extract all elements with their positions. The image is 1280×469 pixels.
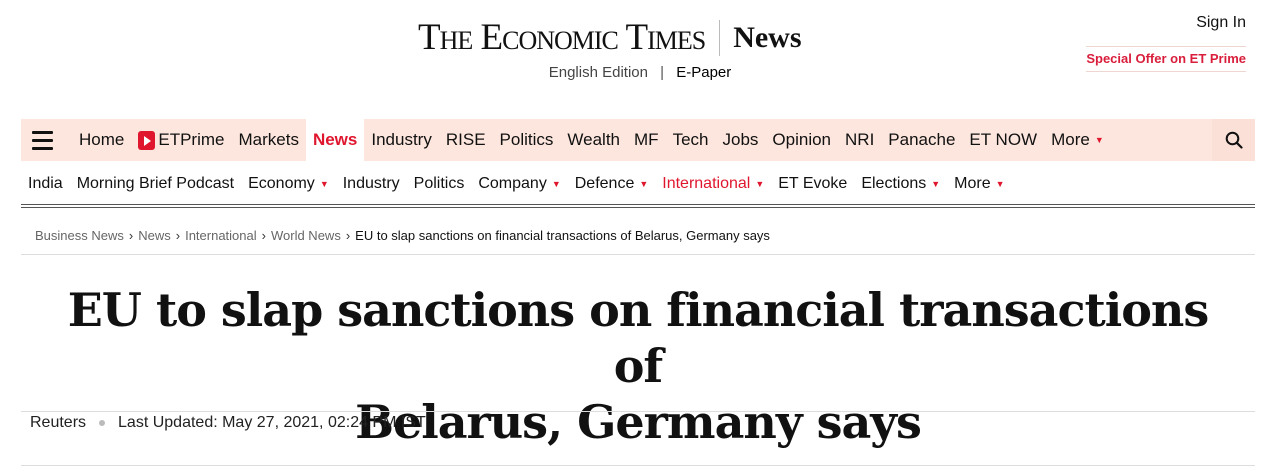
logo-wordmark[interactable]: The Economic Times bbox=[418, 18, 706, 58]
nav-label: More bbox=[1051, 130, 1090, 149]
search-button[interactable] bbox=[1212, 119, 1255, 161]
subnav-item-industry[interactable]: Industry bbox=[336, 175, 407, 193]
caret-down-icon: ▼ bbox=[551, 179, 561, 189]
caret-down-icon: ▼ bbox=[1094, 135, 1104, 145]
subnav-item-more[interactable]: More ▼ bbox=[947, 175, 1011, 193]
subnav-item-economy[interactable]: Economy ▼ bbox=[241, 175, 336, 193]
nav-label: Panache bbox=[888, 130, 956, 149]
nav-item-panache[interactable]: Panache bbox=[881, 119, 962, 161]
subnav-label: Morning Brief Podcast bbox=[76, 175, 235, 192]
subnav-label: Politics bbox=[413, 175, 465, 192]
edition-separator: | bbox=[660, 64, 665, 81]
special-offer-link[interactable]: Special Offer on ET Prime bbox=[1086, 46, 1246, 72]
breadcrumb-divider bbox=[21, 254, 1255, 255]
bottom-divider bbox=[21, 465, 1255, 466]
site-logo[interactable]: The Economic Times News bbox=[418, 18, 802, 58]
nav-item-wealth[interactable]: Wealth bbox=[560, 119, 627, 161]
nav-item-markets[interactable]: Markets bbox=[231, 119, 305, 161]
breadcrumb-separator: › bbox=[345, 228, 351, 243]
caret-down-icon: ▼ bbox=[319, 179, 329, 189]
subnav-label: Industry bbox=[342, 175, 400, 192]
nav-label: Politics bbox=[499, 130, 554, 149]
nav-item-mf[interactable]: MF bbox=[627, 119, 666, 161]
nav-divider bbox=[21, 204, 1255, 208]
breadcrumb: Business News › News › International › World N… bbox=[35, 228, 770, 243]
nav-label: Opinion bbox=[772, 130, 832, 149]
sub-nav: India Morning Brief Podcast Economy ▼ Ind… bbox=[21, 166, 1255, 202]
subnav-item-international[interactable]: International ▼ bbox=[655, 175, 771, 193]
nav-label: ETPrime bbox=[158, 130, 225, 149]
nav-item-more[interactable]: More ▼ bbox=[1044, 119, 1111, 161]
caret-down-icon: ▼ bbox=[931, 179, 941, 189]
nav-item-politics[interactable]: Politics bbox=[493, 119, 561, 161]
nav-label: RISE bbox=[445, 130, 486, 149]
subnav-item-india[interactable]: India bbox=[21, 175, 70, 193]
subnav-label: Elections bbox=[861, 175, 927, 192]
breadcrumb-current: EU to slap sanctions on financial transa… bbox=[355, 228, 770, 243]
caret-down-icon: ▼ bbox=[995, 179, 1005, 189]
nav-label: NRI bbox=[845, 130, 875, 149]
breadcrumb-news[interactable]: News bbox=[138, 228, 171, 243]
subnav-item-politics[interactable]: Politics bbox=[407, 175, 472, 193]
nav-item-nri[interactable]: NRI bbox=[838, 119, 881, 161]
subnav-item-defence[interactable]: Defence ▼ bbox=[568, 175, 656, 193]
nav-label: Home bbox=[79, 130, 125, 149]
subnav-item-company[interactable]: Company ▼ bbox=[471, 175, 567, 193]
article-source[interactable]: Reuters bbox=[30, 414, 86, 432]
etprime-play-icon bbox=[138, 130, 156, 150]
breadcrumb-world-news[interactable]: World News bbox=[271, 228, 341, 243]
epaper-link[interactable]: E-Paper bbox=[676, 64, 731, 81]
section-title[interactable]: News bbox=[733, 18, 801, 58]
search-icon bbox=[1225, 131, 1243, 149]
caret-down-icon: ▼ bbox=[755, 179, 765, 189]
main-nav: Home ETPrime Markets News Industry RISE … bbox=[21, 119, 1255, 161]
byline-dot bbox=[99, 420, 106, 426]
nav-label: Wealth bbox=[567, 130, 621, 149]
nav-item-et-now[interactable]: ET NOW bbox=[962, 119, 1044, 161]
nav-item-opinion[interactable]: Opinion bbox=[765, 119, 838, 161]
headline-line-2: Belarus, Germany says bbox=[355, 395, 922, 449]
subnav-item-elections[interactable]: Elections ▼ bbox=[854, 175, 947, 193]
edition-link[interactable]: English Edition bbox=[549, 64, 648, 81]
subnav-label: More bbox=[954, 175, 991, 192]
nav-item-home[interactable]: Home bbox=[72, 119, 131, 161]
breadcrumb-separator: › bbox=[128, 228, 134, 243]
headline-line-1: EU to slap sanctions on financial transa… bbox=[67, 283, 1209, 393]
nav-label: ET NOW bbox=[969, 130, 1038, 149]
hamburger-menu-icon[interactable] bbox=[32, 130, 62, 150]
article-updated: Last Updated: May 27, 2021, 02:24 PM IST bbox=[118, 414, 426, 431]
nav-label: MF bbox=[634, 130, 659, 149]
meta-divider bbox=[21, 411, 1255, 412]
sign-in-link[interactable]: Sign In bbox=[1196, 14, 1246, 32]
nav-item-tech[interactable]: Tech bbox=[666, 119, 716, 161]
nav-label: Markets bbox=[238, 130, 299, 149]
breadcrumb-business-news[interactable]: Business News bbox=[35, 228, 124, 243]
subnav-label: Company bbox=[478, 175, 547, 192]
subnav-item-et-evoke[interactable]: ET Evoke bbox=[771, 175, 854, 193]
masthead: The Economic Times News English Edition … bbox=[0, 0, 1280, 110]
article-byline: Reuters Last Updated: May 27, 2021, 02:2… bbox=[30, 414, 426, 432]
subnav-label: Defence bbox=[574, 175, 635, 192]
subnav-label: ET Evoke bbox=[778, 175, 848, 192]
breadcrumb-international[interactable]: International bbox=[185, 228, 257, 243]
caret-down-icon: ▼ bbox=[639, 179, 649, 189]
subnav-label: India bbox=[28, 175, 63, 192]
logo-divider bbox=[719, 20, 721, 56]
subnav-label: Economy bbox=[248, 175, 315, 192]
subnav-item-morning-brief-podcast[interactable]: Morning Brief Podcast bbox=[70, 175, 241, 193]
nav-item-etprime[interactable]: ETPrime bbox=[131, 119, 231, 161]
subnav-label: International bbox=[662, 175, 751, 192]
nav-item-news[interactable]: News bbox=[305, 119, 365, 161]
breadcrumb-separator: › bbox=[261, 228, 266, 243]
nav-label: News bbox=[312, 130, 358, 149]
nav-item-rise[interactable]: RISE bbox=[439, 119, 493, 161]
nav-label: Tech bbox=[672, 130, 709, 149]
nav-label: Industry bbox=[371, 130, 432, 149]
nav-label: Jobs bbox=[722, 130, 759, 149]
nav-item-industry[interactable]: Industry bbox=[364, 119, 438, 161]
nav-item-jobs[interactable]: Jobs bbox=[715, 119, 765, 161]
breadcrumb-separator: › bbox=[175, 228, 181, 243]
